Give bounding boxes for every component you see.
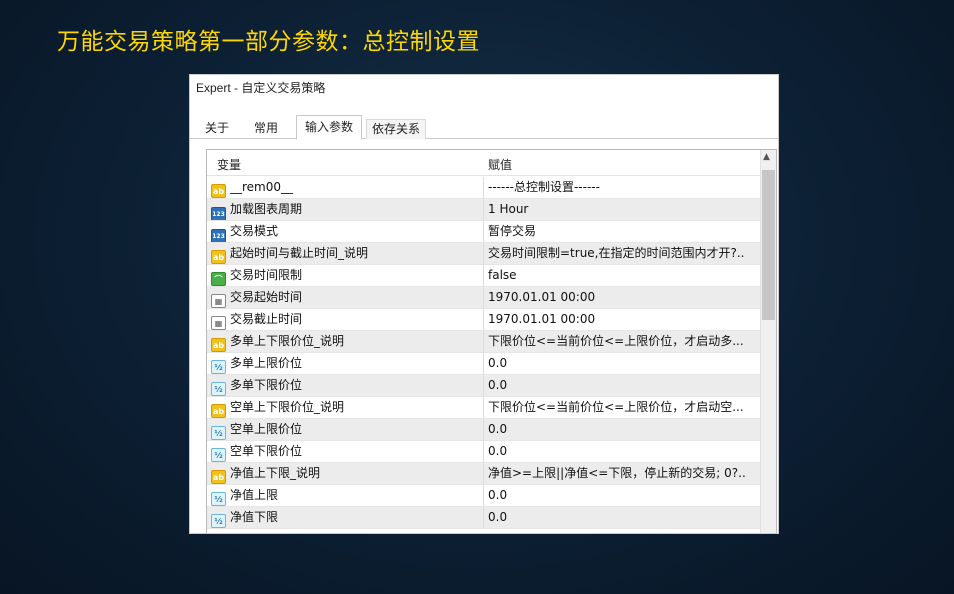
parameter-value-cell[interactable]: 0.0 [483,419,762,440]
column-header-variable[interactable]: 变量 [217,156,241,173]
double-type-icon: ½ [211,360,226,374]
parameter-name: 空单上限价位 [230,422,303,436]
tab-strip: 关于 常用 输入参数 依存关系 [190,115,778,140]
parameters-grid: 变量 赋值 ab __rem00__ ------总控制设置------ 123 加载图… [206,149,777,533]
parameter-value-cell[interactable]: 1 Hour [483,199,762,220]
double-type-icon: ½ [211,514,226,528]
parameter-value-cell[interactable]: 0.0 [483,485,762,506]
parameter-row[interactable]: ½ 多单上限价位 0.0 [207,353,762,375]
integer-type-icon: 123 [211,207,226,220]
parameter-row[interactable]: ▦ 交易起始时间 1970.01.01 00:00 [207,287,762,309]
integer-type-icon: 123 [211,229,226,242]
tab-common[interactable]: 常用 [246,119,286,139]
parameter-name: 交易时间限制 [230,268,303,282]
parameter-value-cell[interactable]: 交易时间限制=true,在指定的时间范围内才开?.. [483,243,762,264]
parameter-name-cell: ½ 空单上限价位 [211,419,484,440]
string-type-icon: ab [211,338,226,352]
parameter-name-cell: ½ 净值上限 [211,485,484,506]
double-type-icon: ½ [211,448,226,462]
parameter-row[interactable]: ½ 净值上限 0.0 [207,485,762,507]
parameter-name: 多单上限价位 [230,356,303,370]
parameter-row[interactable]: 123 加载图表周期 1 Hour [207,199,762,221]
dialog-title: Expert - 自定义交易策略 [196,81,326,95]
parameter-name: 多单上下限价位_说明 [230,334,345,348]
tab-dependencies[interactable]: 依存关系 [366,119,426,139]
scroll-up-arrow-icon[interactable]: ▲ [763,152,770,162]
parameter-name-cell: ⌒ 交易时间限制 [211,265,484,286]
parameter-row[interactable]: ab __rem00__ ------总控制设置------ [207,177,762,199]
parameter-name: 净值上限 [230,488,279,502]
parameter-name: 交易模式 [230,224,279,238]
parameter-value-cell[interactable]: 下限价位<=当前价位<=上限价位，才启动多... [483,331,762,352]
expert-properties-dialog: Expert - 自定义交易策略 关于 常用 输入参数 依存关系 变量 赋值 a… [189,74,779,534]
parameter-name: 多单下限价位 [230,378,303,392]
parameter-row[interactable]: ½ 多单下限价位 0.0 [207,375,762,397]
double-type-icon: ½ [211,426,226,440]
parameter-value-cell[interactable]: 0.0 [483,441,762,462]
parameter-name: 净值上下限_说明 [230,466,321,480]
parameter-name: 交易起始时间 [230,290,303,304]
string-type-icon: ab [211,184,226,198]
tab-about[interactable]: 关于 [200,119,234,139]
parameter-name-cell: ▦ 交易起始时间 [211,287,484,308]
parameter-row[interactable]: ⌒ 交易时间限制 false [207,265,762,287]
column-header-value[interactable]: 赋值 [488,156,512,173]
grid-header: 变量 赋值 [207,150,762,176]
parameter-name-cell: ab __rem00__ [211,177,484,198]
double-type-icon: ½ [211,492,226,506]
parameter-name-cell: ab 空单上下限价位_说明 [211,397,484,418]
parameter-row[interactable]: ½ 空单上限价位 0.0 [207,419,762,441]
parameter-name-cell: ½ 空单下限价位 [211,441,484,462]
parameter-name-cell: ½ 多单上限价位 [211,353,484,374]
parameter-value-cell[interactable]: 净值>=上限||净值<=下限，停止新的交易; 0?.. [483,463,762,484]
datetime-type-icon: ▦ [211,316,226,330]
parameter-name-cell: ab 净值上下限_说明 [211,463,484,484]
parameter-row[interactable]: ab 空单上下限价位_说明 下限价位<=当前价位<=上限价位，才启动空... [207,397,762,419]
parameter-name-cell: ▦ 交易截止时间 [211,309,484,330]
parameter-name: 净值下限 [230,510,279,524]
page-headline: 万能交易策略第一部分参数：总控制设置 [57,29,480,55]
parameter-value-cell[interactable]: 1970.01.01 00:00 [483,309,762,330]
scrollbar-thumb[interactable] [762,170,775,320]
parameter-value-cell[interactable]: 1970.01.01 00:00 [483,287,762,308]
parameter-value-cell[interactable]: 0.0 [483,507,762,528]
parameter-row[interactable]: 123 交易模式 暂停交易 [207,221,762,243]
parameter-name-cell: ½ 多单下限价位 [211,375,484,396]
parameter-row[interactable]: ▦ 交易截止时间 1970.01.01 00:00 [207,309,762,331]
parameter-row[interactable]: ab 起始时间与截止时间_说明 交易时间限制=true,在指定的时间范围内才开?.. [207,243,762,265]
parameter-row[interactable]: ab 多单上下限价位_说明 下限价位<=当前价位<=上限价位，才启动多... [207,331,762,353]
tab-inputs[interactable]: 输入参数 [296,115,362,140]
parameter-name: 空单上下限价位_说明 [230,400,345,414]
parameter-name-cell: 123 交易模式 [211,221,484,242]
parameter-value-cell[interactable]: 下限价位<=当前价位<=上限价位，才启动空... [483,397,762,418]
parameter-row[interactable]: ½ 净值下限 0.0 [207,507,762,529]
string-type-icon: ab [211,470,226,484]
parameter-value-cell[interactable]: 0.0 [483,375,762,396]
boolean-type-icon: ⌒ [211,272,226,286]
string-type-icon: ab [211,404,226,418]
parameter-row[interactable]: ab 净值上下限_说明 净值>=上限||净值<=下限，停止新的交易; 0?.. [207,463,762,485]
datetime-type-icon: ▦ [211,294,226,308]
string-type-icon: ab [211,250,226,264]
parameter-name: __rem00__ [230,180,294,194]
parameter-name-cell: ab 多单上下限价位_说明 [211,331,484,352]
parameter-name-cell: 123 加载图表周期 [211,199,484,220]
parameter-name: 空单下限价位 [230,444,303,458]
parameter-name-cell: ½ 净值下限 [211,507,484,528]
parameter-value-cell[interactable]: ------总控制设置------ [483,177,762,198]
parameter-row[interactable]: ½ 空单下限价位 0.0 [207,441,762,463]
parameter-name: 起始时间与截止时间_说明 [230,246,369,260]
parameter-name-cell: ab 起始时间与截止时间_说明 [211,243,484,264]
parameter-name: 交易截止时间 [230,312,303,326]
double-type-icon: ½ [211,382,226,396]
parameter-value-cell[interactable]: 0.0 [483,353,762,374]
vertical-scrollbar[interactable]: ▲ [760,150,776,533]
parameter-value-cell[interactable]: false [483,265,762,286]
parameter-name: 加载图表周期 [230,202,303,216]
parameter-value-cell[interactable]: 暂停交易 [483,221,762,242]
